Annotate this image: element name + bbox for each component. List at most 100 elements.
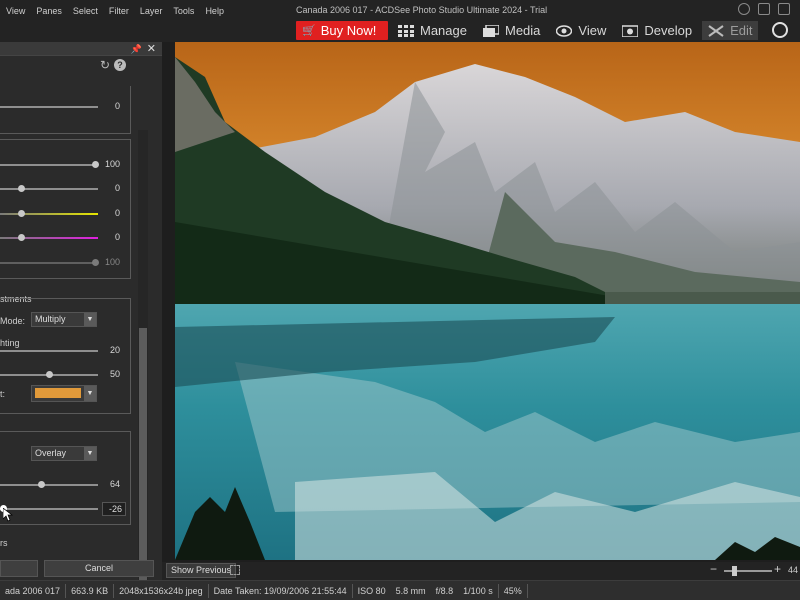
panel-tools: ↻ ? — [0, 56, 162, 74]
group-top — [0, 86, 131, 134]
mode-media-label: Media — [504, 23, 541, 38]
panel-toggle-icon[interactable] — [758, 3, 770, 15]
slider-adj-2[interactable]: 50 — [0, 368, 130, 382]
status-zoom: 45% — [499, 583, 528, 598]
slider-value: 100 — [104, 257, 120, 267]
done-button[interactable] — [0, 560, 38, 577]
eye-icon — [556, 24, 573, 37]
blend-mode-select[interactable]: Multiply ▼ — [31, 312, 97, 327]
pin-icon[interactable]: 📌 — [131, 44, 142, 55]
slider-value: 100 — [104, 159, 120, 169]
image-toolbar: Show Previous − + 44 — [162, 562, 800, 580]
zoom-value: 44 — [788, 565, 799, 575]
color-label: t: — [0, 389, 6, 399]
slider-thumb[interactable] — [18, 234, 25, 241]
zoom-slider-thumb[interactable] — [732, 566, 737, 576]
status-aperture: f/8.8 — [435, 585, 454, 596]
mode-manage-button[interactable]: Manage — [392, 21, 473, 40]
cancel-button[interactable]: Cancel — [44, 560, 154, 577]
slider-track[interactable] — [0, 188, 98, 190]
menu-bar: View Panes Select Filter Layer Tools Hel… — [0, 2, 229, 18]
help-icon[interactable]: ? — [114, 59, 126, 71]
mouse-cursor-icon — [3, 508, 13, 522]
overlay-mode-value: Overlay — [35, 448, 67, 458]
buy-now-button[interactable]: 🛒 Buy Now! — [296, 21, 388, 40]
develop-icon — [621, 24, 640, 38]
panel-scrollbar[interactable]: ▼ — [138, 130, 148, 600]
slider-thumb[interactable] — [18, 185, 25, 192]
mode-media-button[interactable]: Media — [477, 21, 546, 40]
mode-develop-label: Develop — [644, 23, 693, 38]
menu-tools[interactable]: Tools — [167, 2, 199, 18]
cart-icon: 🛒 — [302, 25, 316, 37]
status-dimensions: 2048x1536x24b jpeg — [114, 583, 209, 598]
blend-mode-value: Multiply — [35, 314, 66, 324]
overlay-value-input[interactable]: -26 — [102, 502, 126, 516]
mode-develop-button[interactable]: Develop — [616, 21, 698, 40]
zoom-out-icon[interactable]: − — [710, 562, 717, 576]
show-previous-button[interactable]: Show Previous — [166, 563, 237, 578]
reset-icon[interactable]: ↻ — [100, 58, 110, 72]
slider-track[interactable] — [0, 237, 98, 239]
account-icon[interactable] — [738, 3, 750, 15]
slider-value: 20 — [109, 345, 120, 355]
image-canvas[interactable] — [175, 42, 800, 560]
overlay-slider-1[interactable]: 64 — [0, 478, 130, 492]
slider-5[interactable]: 100 — [0, 256, 130, 270]
slider-value: 50 — [109, 369, 120, 379]
photos-icon — [482, 23, 500, 37]
overlay-mode-select[interactable]: Overlay ▼ — [31, 446, 97, 461]
edit-panel: 📌 ✕ ↻ ? 0 100 0 0 0 100 stments Mode: Mu… — [0, 42, 162, 600]
zoom-controls: − + 44 — [710, 562, 800, 578]
landscape-photo — [175, 42, 800, 560]
color-picker[interactable]: ▼ — [31, 385, 97, 402]
slider-magenta[interactable]: 0 — [0, 231, 130, 245]
top-bar: View Panes Select Filter Layer Tools Hel… — [0, 0, 800, 42]
menu-filter[interactable]: Filter — [103, 2, 134, 18]
panel-header: 📌 ✕ — [0, 42, 162, 56]
lighting-slider[interactable]: 20 — [0, 344, 130, 358]
menu-layer[interactable]: Layer — [134, 2, 168, 18]
slider-value: 0 — [114, 208, 120, 218]
slider-track[interactable] — [0, 164, 98, 166]
zoom-in-icon[interactable]: + — [774, 562, 781, 576]
slider-2[interactable]: 0 — [0, 182, 130, 196]
menu-view[interactable]: View — [0, 2, 30, 18]
color-swatch — [35, 388, 81, 398]
fullscreen-icon[interactable] — [230, 565, 240, 575]
grid-icon — [398, 24, 414, 37]
slider-1[interactable]: 100 — [0, 158, 130, 172]
buy-now-label: Buy Now! — [320, 23, 377, 38]
mode-edit-label: Edit — [730, 23, 753, 38]
slider-thumb[interactable] — [46, 371, 53, 378]
chevron-down-icon: ▼ — [84, 313, 96, 326]
slider-thumb[interactable] — [38, 481, 45, 488]
slider-value: 64 — [109, 479, 120, 489]
mode-manage-label: Manage — [420, 23, 467, 38]
close-icon[interactable]: ✕ — [147, 42, 156, 55]
scrollbar-thumb[interactable] — [139, 328, 147, 583]
status-filename: ada 2006 017 — [0, 583, 67, 598]
system-icons — [738, 3, 790, 15]
slider-track[interactable] — [0, 484, 98, 486]
menu-select[interactable]: Select — [67, 2, 103, 18]
panel-footer: Cancel — [0, 559, 162, 580]
slider-track[interactable] — [0, 508, 98, 510]
slider-track[interactable] — [0, 350, 98, 352]
slider-track[interactable] — [0, 262, 98, 264]
footer-label: rs — [0, 538, 8, 548]
menu-help[interactable]: Help — [199, 2, 229, 18]
globe-icon[interactable] — [772, 22, 788, 38]
slider-yellow[interactable]: 0 — [0, 207, 130, 221]
menu-panes[interactable]: Panes — [30, 2, 67, 18]
layout-icon[interactable] — [778, 3, 790, 15]
slider-thumb[interactable] — [18, 210, 25, 217]
mode-edit-button[interactable]: Edit — [702, 21, 759, 40]
chevron-down-icon: ▼ — [84, 386, 96, 401]
status-shutter: 1/100 s — [458, 583, 499, 598]
mode-label: Mode: — [0, 316, 26, 326]
slider-track[interactable] — [0, 213, 98, 215]
tools-icon — [708, 24, 724, 37]
window-title: Canada 2006 017 - ACDSee Photo Studio Ul… — [296, 5, 548, 15]
mode-view-button[interactable]: View — [550, 21, 612, 40]
